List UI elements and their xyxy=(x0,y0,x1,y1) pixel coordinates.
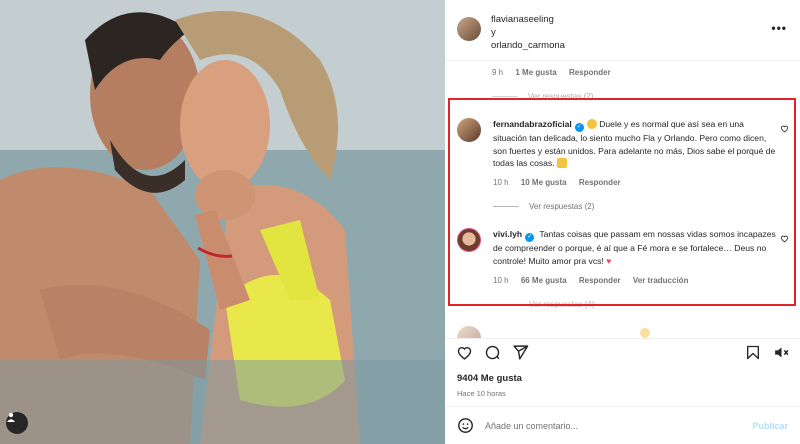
post-authors: flavianaseeling y orlando_carmona xyxy=(491,13,565,52)
post-header: flavianaseeling y orlando_carmona ••• xyxy=(445,0,800,60)
author-username[interactable]: flavianaseeling xyxy=(491,13,565,26)
share-icon[interactable] xyxy=(512,344,529,361)
post-time[interactable]: Hace 10 horas xyxy=(457,389,506,398)
coauthor-username[interactable]: orlando_carmona xyxy=(491,39,565,52)
mute-speaker-icon[interactable] xyxy=(773,344,790,361)
comment-input[interactable]: Añade un comentario... xyxy=(485,421,578,431)
author-connector: y xyxy=(491,27,496,38)
actions-divider xyxy=(445,338,800,339)
post-photo[interactable] xyxy=(0,0,445,444)
more-options-icon[interactable]: ••• xyxy=(771,21,787,35)
prev-comment-likes[interactable]: 1 Me gusta xyxy=(515,68,556,77)
likes-count[interactable]: 9404 Me gusta xyxy=(457,373,522,384)
like-heart-icon[interactable] xyxy=(456,344,473,361)
prev-comment-time: 9 h xyxy=(492,68,504,77)
next-comment-preview xyxy=(445,318,800,338)
add-comment-bar: Añade un comentario... Publicar xyxy=(445,406,800,444)
post-image xyxy=(0,0,445,444)
author-avatar[interactable] xyxy=(457,17,481,41)
emoji-picker-icon[interactable] xyxy=(457,417,474,434)
save-bookmark-icon[interactable] xyxy=(745,344,761,361)
prev-comment-reply-button[interactable]: Responder xyxy=(569,68,611,77)
comment-icon[interactable] xyxy=(484,344,501,361)
highlight-box xyxy=(448,98,796,306)
tagged-users-button[interactable] xyxy=(6,412,28,434)
header-divider xyxy=(445,60,800,61)
prev-comment-meta: 9 h 1 Me gusta Responder xyxy=(492,68,621,77)
publish-button[interactable]: Publicar xyxy=(752,421,788,431)
post-actions xyxy=(445,340,800,366)
user-icon xyxy=(7,412,15,422)
